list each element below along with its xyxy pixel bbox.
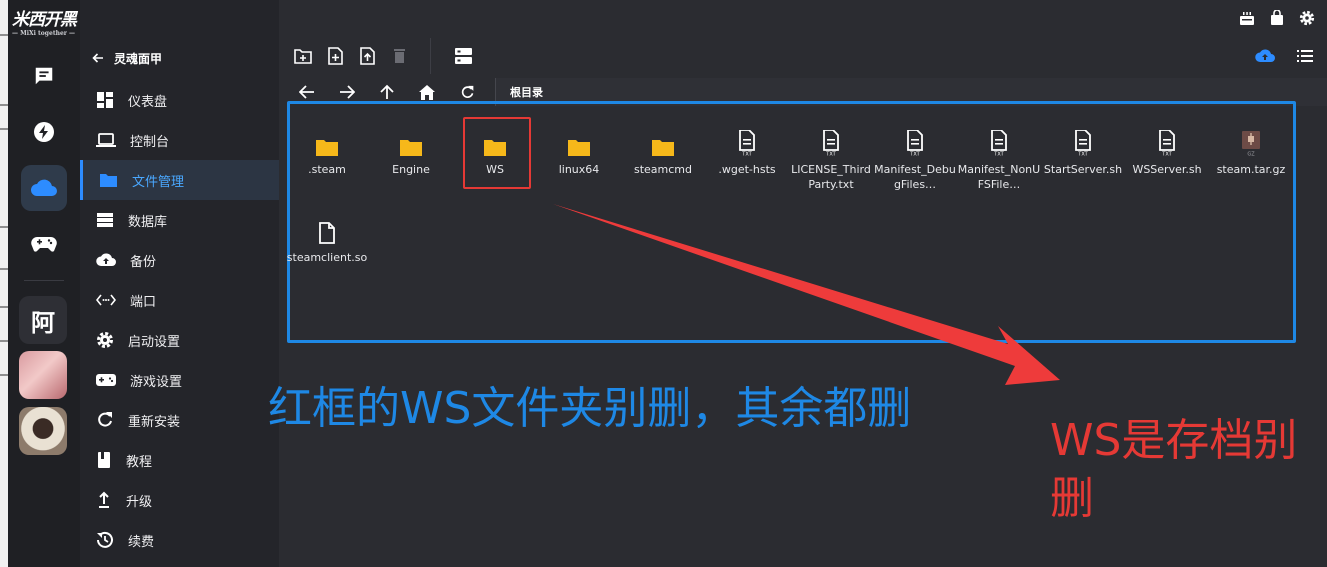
annotation-blue-note: 红框的WS文件夹别删，其余都删: [268, 383, 912, 434]
annotation-red-note: WS是存档别删: [1050, 415, 1298, 524]
